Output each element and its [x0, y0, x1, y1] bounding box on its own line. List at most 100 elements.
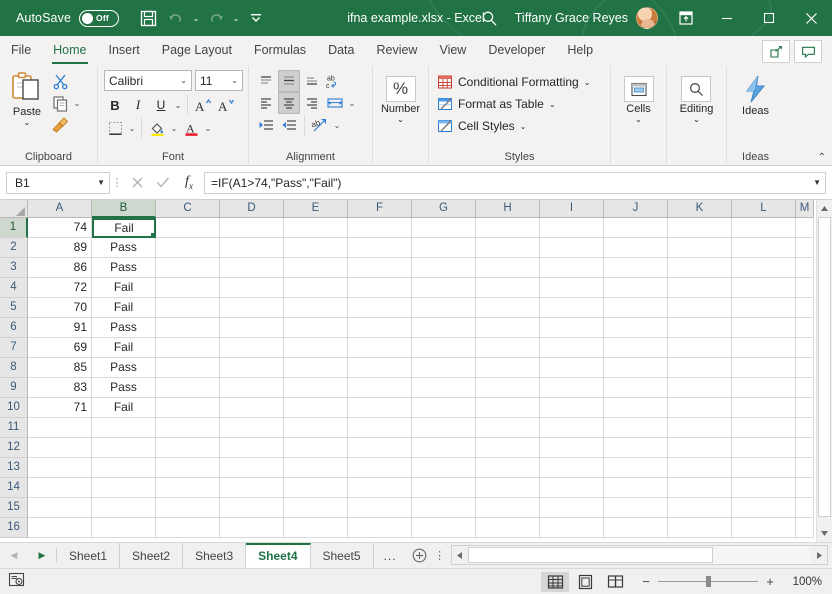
- cell-l8[interactable]: [732, 358, 796, 378]
- cell-h5[interactable]: [476, 298, 540, 318]
- cell-d14[interactable]: [220, 478, 284, 498]
- cell-j15[interactable]: [604, 498, 668, 518]
- cell-g13[interactable]: [412, 458, 476, 478]
- underline-button[interactable]: U: [150, 94, 172, 116]
- cell-k5[interactable]: [668, 298, 732, 318]
- cell-j1[interactable]: [604, 218, 668, 238]
- cell-j13[interactable]: [604, 458, 668, 478]
- comments-button[interactable]: [794, 40, 822, 63]
- tab-insert[interactable]: Insert: [98, 36, 151, 66]
- cell-g5[interactable]: [412, 298, 476, 318]
- middle-align-button[interactable]: [278, 70, 300, 92]
- cell-c4[interactable]: [156, 278, 220, 298]
- row-header-6[interactable]: 6: [0, 318, 28, 338]
- cell-i2[interactable]: [540, 238, 604, 258]
- cell-h15[interactable]: [476, 498, 540, 518]
- cell-styles-button[interactable]: Cell Styles ⌄: [437, 115, 526, 137]
- cell-k4[interactable]: [668, 278, 732, 298]
- align-right-button[interactable]: [301, 92, 323, 114]
- orientation-dropdown-caret[interactable]: ⌄: [332, 121, 342, 130]
- cell-m2[interactable]: [796, 238, 814, 258]
- select-all-button[interactable]: [0, 200, 28, 218]
- cell-d16[interactable]: [220, 518, 284, 538]
- insert-function-button[interactable]: fx: [176, 172, 202, 194]
- cell-j6[interactable]: [604, 318, 668, 338]
- cell-l3[interactable]: [732, 258, 796, 278]
- bottom-align-button[interactable]: [301, 70, 323, 92]
- zoom-slider-thumb[interactable]: [706, 576, 711, 587]
- cell-h11[interactable]: [476, 418, 540, 438]
- cell-g12[interactable]: [412, 438, 476, 458]
- row-header-16[interactable]: 16: [0, 518, 28, 538]
- cell-k3[interactable]: [668, 258, 732, 278]
- row-header-3[interactable]: 3: [0, 258, 28, 278]
- zoom-in-button[interactable]: +: [765, 574, 775, 589]
- orientation-button[interactable]: ab: [309, 114, 331, 136]
- cell-d11[interactable]: [220, 418, 284, 438]
- cell-h6[interactable]: [476, 318, 540, 338]
- scroll-right-button[interactable]: [811, 546, 827, 564]
- cell-l10[interactable]: [732, 398, 796, 418]
- cell-i10[interactable]: [540, 398, 604, 418]
- cell-g7[interactable]: [412, 338, 476, 358]
- row-header-12[interactable]: 12: [0, 438, 28, 458]
- fill-color-dropdown-caret[interactable]: ⌄: [169, 124, 179, 133]
- cell-a1[interactable]: 74: [28, 218, 92, 238]
- horizontal-scrollbar[interactable]: [451, 545, 828, 565]
- cell-e8[interactable]: [284, 358, 348, 378]
- cell-i4[interactable]: [540, 278, 604, 298]
- copy-dropdown-caret[interactable]: ⌄: [72, 99, 82, 108]
- cells-button[interactable]: Cells ⌄: [620, 74, 658, 124]
- cell-b6[interactable]: Pass: [92, 318, 156, 338]
- fill-color-button[interactable]: [146, 117, 168, 139]
- row-header-11[interactable]: 11: [0, 418, 28, 438]
- cell-l2[interactable]: [732, 238, 796, 258]
- cell-g4[interactable]: [412, 278, 476, 298]
- page-break-view-button[interactable]: [601, 572, 629, 592]
- format-painter-button[interactable]: [49, 114, 71, 136]
- cell-i6[interactable]: [540, 318, 604, 338]
- cell-i7[interactable]: [540, 338, 604, 358]
- format-as-table-button[interactable]: Format as Table ⌄: [437, 93, 556, 115]
- cell-f4[interactable]: [348, 278, 412, 298]
- cell-b12[interactable]: [92, 438, 156, 458]
- cell-b9[interactable]: Pass: [92, 378, 156, 398]
- cell-l6[interactable]: [732, 318, 796, 338]
- align-left-button[interactable]: [255, 92, 277, 114]
- cell-m9[interactable]: [796, 378, 814, 398]
- decrease-font-size-button[interactable]: A: [215, 94, 237, 116]
- wrap-text-button[interactable]: abc: [324, 70, 346, 92]
- cell-h13[interactable]: [476, 458, 540, 478]
- add-sheet-button[interactable]: [407, 543, 433, 568]
- cell-g8[interactable]: [412, 358, 476, 378]
- cell-j5[interactable]: [604, 298, 668, 318]
- cell-j16[interactable]: [604, 518, 668, 538]
- cell-l13[interactable]: [732, 458, 796, 478]
- cell-c14[interactable]: [156, 478, 220, 498]
- cell-d15[interactable]: [220, 498, 284, 518]
- normal-view-button[interactable]: [541, 572, 569, 592]
- cell-d6[interactable]: [220, 318, 284, 338]
- cell-l16[interactable]: [732, 518, 796, 538]
- merge-and-center-button[interactable]: [324, 92, 346, 114]
- font-size-caret[interactable]: ⌄: [231, 76, 238, 85]
- cell-e10[interactable]: [284, 398, 348, 418]
- decrease-indent-button[interactable]: [255, 114, 277, 136]
- conditional-formatting-button[interactable]: Conditional Formatting ⌄: [437, 71, 590, 93]
- cell-f1[interactable]: [348, 218, 412, 238]
- cell-d3[interactable]: [220, 258, 284, 278]
- cell-j4[interactable]: [604, 278, 668, 298]
- column-header-e[interactable]: E: [284, 200, 348, 218]
- underline-dropdown-caret[interactable]: ⌄: [173, 101, 183, 110]
- tab-page-layout[interactable]: Page Layout: [151, 36, 243, 66]
- first-sheet-button[interactable]: ◀: [11, 550, 18, 561]
- cell-m1[interactable]: [796, 218, 814, 238]
- cell-k13[interactable]: [668, 458, 732, 478]
- row-header-5[interactable]: 5: [0, 298, 28, 318]
- cell-i13[interactable]: [540, 458, 604, 478]
- copy-button[interactable]: [49, 92, 71, 114]
- formula-input[interactable]: =IF(A1>74,"Pass","Fail") ▼: [204, 172, 826, 194]
- account-name[interactable]: Tiffany Grace Reyes: [509, 11, 634, 25]
- cell-h9[interactable]: [476, 378, 540, 398]
- customize-quick-access-toolbar-button[interactable]: [243, 5, 269, 31]
